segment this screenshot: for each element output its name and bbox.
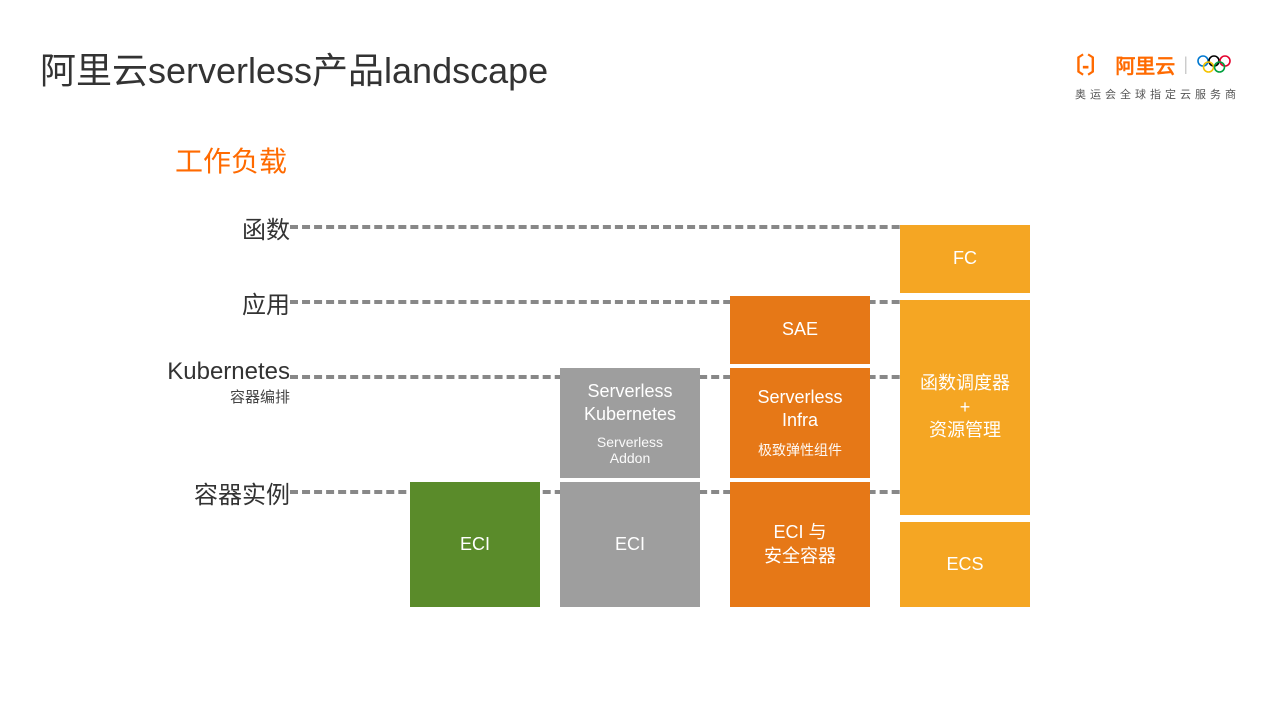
brand-block: 〔-〕 阿里云 | 奥运会全球指定云服务商: [1062, 48, 1240, 102]
slide: 阿里云serverless产品landscape 〔-〕 阿里云 | 奥运会全球…: [0, 0, 1280, 720]
alibaba-cloud-logo-icon: 〔-〕: [1062, 48, 1107, 80]
brand-separator: |: [1183, 54, 1188, 75]
box-scheduler-resource: 函数调度器 + 资源管理: [900, 300, 1030, 515]
box-ecs: ECS: [900, 522, 1030, 607]
row-label-k8s: Kubernetes 容器编排: [110, 358, 290, 407]
box-eci-secure: ECI 与 安全容器: [730, 482, 870, 607]
brand-row: 〔-〕 阿里云 |: [1062, 48, 1240, 80]
box-sae: SAE: [730, 296, 870, 364]
brand-name: 阿里云: [1115, 50, 1175, 79]
box-serverless-infra: Serverless Infra 极致弹性组件: [730, 368, 870, 478]
box-fc: FC: [900, 225, 1030, 293]
olympic-rings-icon: [1196, 54, 1240, 74]
workload-label: 工作负载: [175, 140, 287, 180]
page-title: 阿里云serverless产品landscape: [40, 42, 548, 94]
row-label-ci: 容器实例: [110, 475, 290, 510]
brand-subtitle: 奥运会全球指定云服务商: [1062, 86, 1240, 102]
box-serverless-kubernetes: Serverless Kubernetes Serverless Addon: [560, 368, 700, 478]
box-eci-under-sk: ECI: [560, 482, 700, 607]
row-label-func: 函数: [110, 210, 290, 245]
diagram: 函数 应用 Kubernetes 容器编排 容器实例 ECI Serverles…: [110, 200, 1030, 610]
row-label-app: 应用: [110, 285, 290, 320]
box-eci-standalone: ECI: [410, 482, 540, 607]
